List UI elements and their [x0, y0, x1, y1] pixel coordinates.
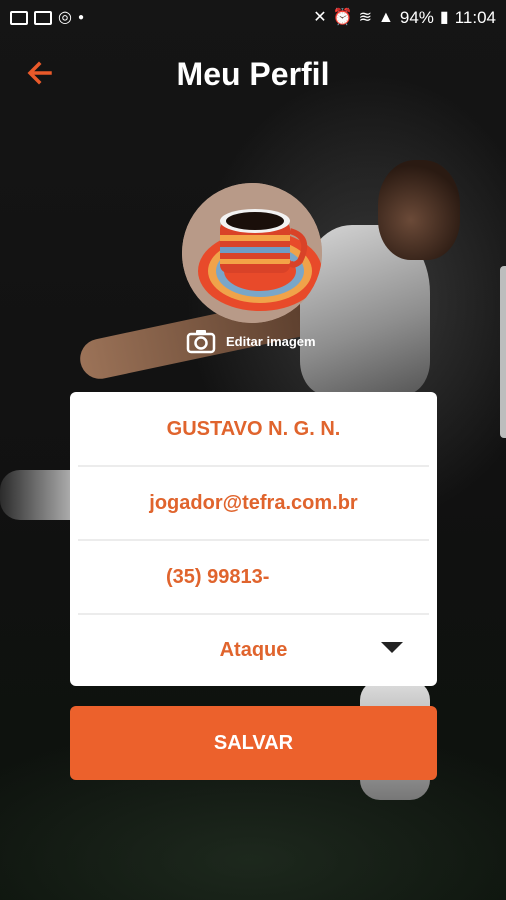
edit-image-label: Editar imagem [226, 333, 316, 349]
alarm-icon: ⏰ [332, 9, 353, 26]
name-field[interactable]: GUSTAVO N. G. N. [78, 392, 429, 466]
profile-form-card: GUSTAVO N. G. N. jogador@tefra.com.br (3… [70, 392, 437, 686]
edit-image-button[interactable]: Editar imagem [186, 326, 316, 356]
page-title: Meu Perfil [176, 56, 330, 92]
mail-icon [34, 11, 52, 25]
profile-avatar[interactable] [182, 183, 322, 323]
save-button[interactable]: SALVAR [70, 706, 437, 780]
battery-icon: ▮ [439, 9, 449, 26]
avatar-coffee-cup-image [182, 183, 322, 323]
camera-icon [186, 330, 216, 354]
scroll-edge-indicator[interactable] [500, 266, 506, 438]
image-icon [10, 11, 28, 25]
clock: 11:04 [454, 8, 496, 27]
background-player-head [378, 160, 460, 260]
signal-icon: ▲ [378, 9, 394, 26]
position-select[interactable]: Ataque [78, 614, 429, 686]
whatsapp-icon: ◎ [58, 9, 72, 26]
app-header: Meu Perfil [0, 50, 506, 100]
battery-percent: 94% [399, 8, 434, 27]
mute-icon: ✕ [313, 9, 327, 26]
wifi-icon: ≋ [358, 9, 373, 26]
status-bar: ◎ ● ✕ ⏰ ≋ ▲ 94% ▮ 11:04 [0, 0, 506, 36]
dot-icon: ● [77, 12, 85, 23]
email-field[interactable]: jogador@tefra.com.br [78, 466, 429, 540]
phone-field[interactable]: (35) 99813- [78, 540, 429, 614]
caret-down-icon[interactable] [381, 642, 403, 653]
